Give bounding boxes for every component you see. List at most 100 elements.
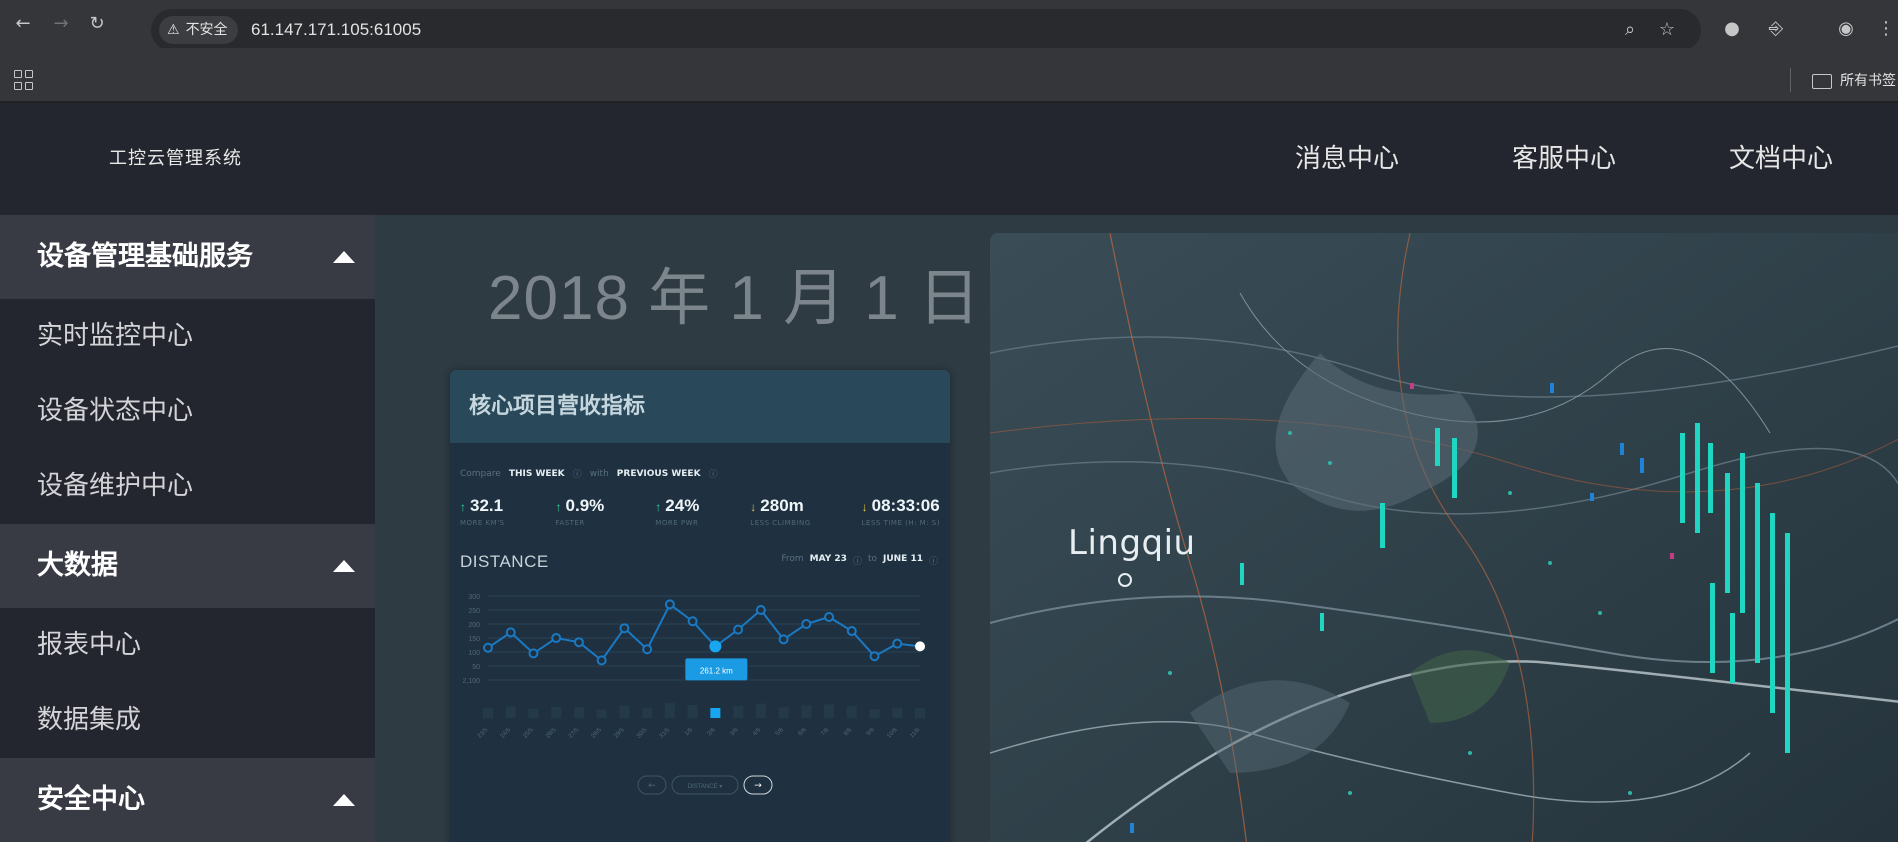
- nav-customer-service[interactable]: 客服中心: [1512, 103, 1616, 215]
- arrow-up-icon: ↑: [460, 500, 466, 514]
- data-point: [755, 605, 766, 615]
- data-point: [687, 616, 698, 627]
- y-tick-label: 50: [472, 664, 480, 671]
- x-tick-label: 25/5: [522, 727, 535, 740]
- map-pin-icon[interactable]: [1118, 573, 1132, 587]
- x-tick-label: 9/6: [866, 727, 877, 738]
- previous-week-chevron-icon[interactable]: ⓘ: [709, 467, 718, 480]
- folder-icon: [1812, 73, 1832, 89]
- volume-bar: [573, 707, 584, 718]
- sidebar-group-label: 大数据: [37, 550, 118, 581]
- data-point: [505, 627, 516, 638]
- sidebar-item-device-status[interactable]: 设备状态中心: [0, 374, 375, 449]
- volume-bar: [664, 703, 675, 718]
- extensions-icon[interactable]: ⎆: [1764, 17, 1788, 41]
- stat-value: 280m: [760, 496, 804, 515]
- volume-bar: [528, 708, 539, 718]
- this-week-select[interactable]: THIS WEEK: [509, 469, 565, 479]
- stat-less-climbing: ↓ 280m LESS CLIMBING: [750, 496, 810, 527]
- compare-row: Compare THIS WEEK ⓘ with PREVIOUS WEEK ⓘ: [460, 467, 718, 481]
- sidebar-group-label: 设备管理基础服务: [37, 241, 253, 272]
- stat-sub: LESS TIME (H: M: S): [861, 519, 940, 527]
- volume-bar: [505, 706, 516, 718]
- data-point: [619, 623, 630, 634]
- sidebar-item-device-maintenance[interactable]: 设备维护中心: [0, 449, 375, 524]
- volume-bar: [483, 708, 493, 718]
- arrow-up-icon: ↑: [655, 500, 662, 514]
- data-point: [528, 648, 539, 659]
- from-date-select[interactable]: MAY 23: [810, 554, 847, 567]
- bookmarks-folder-label: 所有书签: [1840, 73, 1896, 89]
- nav-documentation[interactable]: 文档中心: [1729, 103, 1833, 215]
- y-tick-label: 250: [468, 608, 480, 615]
- x-tick-label: 26/5: [545, 727, 558, 740]
- previous-week-select[interactable]: PREVIOUS WEEK: [617, 469, 701, 479]
- sidebar-item-realtime-monitoring[interactable]: 实时监控中心: [0, 299, 375, 374]
- sidebar-item-label: 数据集成: [37, 705, 142, 735]
- stat-faster: ↑ 0.9% FASTER: [556, 496, 605, 527]
- y-tick-label: 100: [468, 650, 480, 657]
- data-point: [801, 619, 812, 629]
- data-point: [733, 624, 744, 635]
- volume-bar: [687, 705, 698, 718]
- sidebar-item-data-integration[interactable]: 数据集成: [0, 683, 375, 758]
- from-chevron-icon[interactable]: ⓘ: [853, 554, 862, 567]
- to-date-select[interactable]: JUNE 11: [883, 554, 923, 567]
- url-text[interactable]: 61.147.171.105:61005: [251, 9, 421, 51]
- arrow-left-icon: ←: [648, 781, 656, 791]
- back-icon[interactable]: ←: [12, 13, 34, 35]
- sidebar-group-big-data[interactable]: 大数据: [0, 524, 375, 608]
- nav-message-center[interactable]: 消息中心: [1295, 103, 1399, 215]
- bookmarks-bar: 所有书签: [0, 60, 1898, 102]
- volume-bar: [824, 704, 835, 718]
- distance-title: DISTANCE: [460, 552, 549, 571]
- data-point: [642, 644, 653, 655]
- y-tick-label: 200: [468, 622, 480, 629]
- data-point-last: [915, 641, 925, 652]
- profile-avatar-icon[interactable]: ◉: [1834, 17, 1858, 41]
- stat-more-pwr: ↑ 24% MORE PWR: [655, 496, 699, 527]
- apps-grid-icon[interactable]: [14, 70, 34, 90]
- map-panel[interactable]: Lingqiu: [990, 233, 1898, 842]
- volume-bar: [710, 708, 721, 718]
- forward-icon[interactable]: →: [50, 13, 72, 35]
- all-bookmarks-folder[interactable]: 所有书签: [1812, 60, 1896, 102]
- x-tick-label: 23/5: [477, 727, 490, 740]
- sidebar-group-security[interactable]: 安全中心: [0, 758, 375, 842]
- data-point: [573, 637, 584, 648]
- bookmark-star-icon[interactable]: ☆: [1656, 19, 1678, 41]
- data-point: [869, 651, 880, 662]
- menu-icon[interactable]: ⋮: [1874, 17, 1898, 41]
- x-tick-label: 2/6: [707, 727, 718, 738]
- x-tick-label: 8/6: [843, 727, 854, 738]
- x-tick-label: 4/6: [752, 727, 763, 738]
- compare-label: Compare: [460, 468, 501, 479]
- caret-up-icon: [333, 560, 355, 572]
- arrow-down-icon: ↓: [861, 500, 868, 514]
- sidebar-item-label: 设备状态中心: [37, 396, 194, 426]
- volume-bar: [619, 705, 630, 718]
- volume-bar: [778, 707, 789, 718]
- stat-value: 08:33:06: [871, 496, 940, 515]
- address-bar[interactable]: ⚠ 不安全 61.147.171.105:61005 ⌕ ☆: [151, 9, 1701, 51]
- stat-more-kms: ↑ 32.1 MORE KM'S: [460, 496, 505, 527]
- extension-record-icon[interactable]: ●: [1720, 17, 1744, 41]
- x-tick-label: 28/5: [591, 727, 604, 740]
- stats-row: ↑ 32.1 MORE KM'S ↑ 0.9% FASTER ↑ 24% MORE P…: [460, 496, 940, 527]
- data-point: [551, 633, 562, 643]
- this-week-chevron-icon[interactable]: ⓘ: [573, 467, 582, 480]
- x-tick-label: 27/5: [568, 727, 581, 740]
- main-content: 2018 年 1 月 1 日 Lingqiu 核心项目营收指标 Compare …: [375, 215, 1898, 842]
- reload-icon[interactable]: ↻: [86, 13, 108, 35]
- sidebar-group-device-management[interactable]: 设备管理基础服务: [0, 215, 375, 299]
- distance-chart: 300 250 200 150 100 50 2,100 261.2 km 23/5 24/5 25…: [462, 594, 925, 795]
- stat-value: 32.1: [470, 496, 504, 515]
- sidebar-item-reports[interactable]: 报表中心: [0, 608, 375, 683]
- security-chip[interactable]: ⚠ 不安全: [159, 16, 238, 44]
- kpi-card-title: 核心项目营收指标: [469, 394, 646, 419]
- to-chevron-icon[interactable]: ⓘ: [929, 554, 938, 567]
- volume-bar: [846, 706, 857, 718]
- map-city-label: Lingqiu: [1068, 523, 1196, 563]
- zoom-icon[interactable]: ⌕: [1619, 19, 1641, 41]
- data-point: [778, 634, 789, 645]
